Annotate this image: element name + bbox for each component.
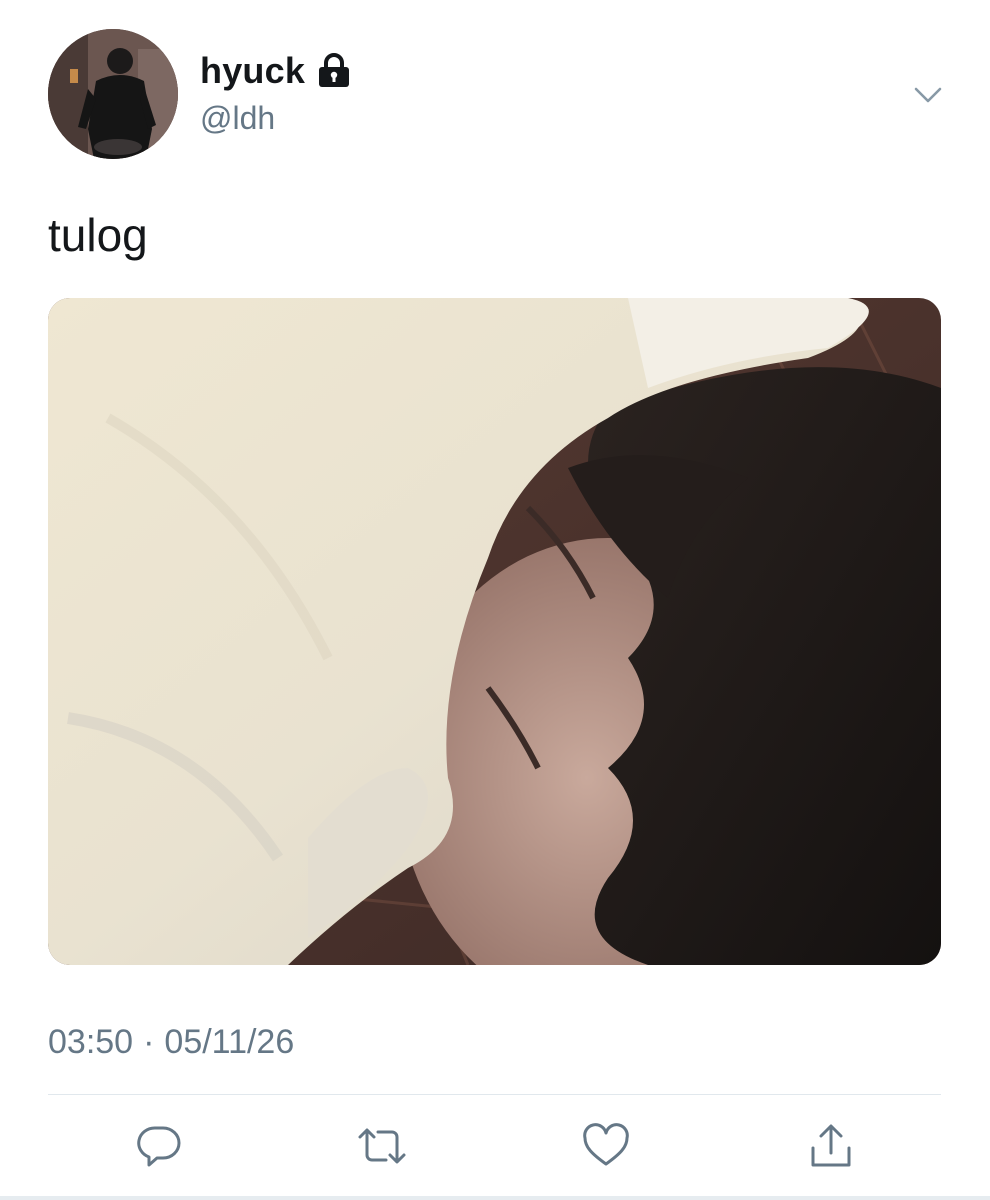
retweet-button[interactable] [356,1120,408,1172]
tweet-text: tulog [48,209,148,261]
bottom-border [0,1196,990,1200]
user-handle[interactable]: @ldh [200,100,275,137]
lock-icon [317,53,351,89]
more-options-button[interactable] [908,80,948,110]
photo-sleeping-person [48,298,941,965]
timestamp-separator: · [143,1023,155,1061]
reply-button[interactable] [133,1120,185,1172]
heart-icon [583,1123,629,1166]
display-name-text: hyuck [200,50,306,91]
avatar-photo [48,29,178,159]
tweet-timestamp[interactable]: 03:50 · 05/11/26 [48,1023,294,1062]
share-button[interactable] [805,1120,857,1172]
tweet-media-photo[interactable] [48,298,941,965]
display-name[interactable]: hyuck [200,50,351,92]
divider [48,1094,941,1095]
tweet-date: 05/11/26 [164,1023,295,1061]
reply-icon [137,1126,181,1167]
like-button[interactable] [580,1120,632,1172]
chevron-down-icon [914,87,942,103]
avatar[interactable] [48,29,178,159]
share-icon [811,1124,851,1167]
retweet-icon [358,1128,406,1164]
tweet-time: 03:50 [48,1023,134,1061]
